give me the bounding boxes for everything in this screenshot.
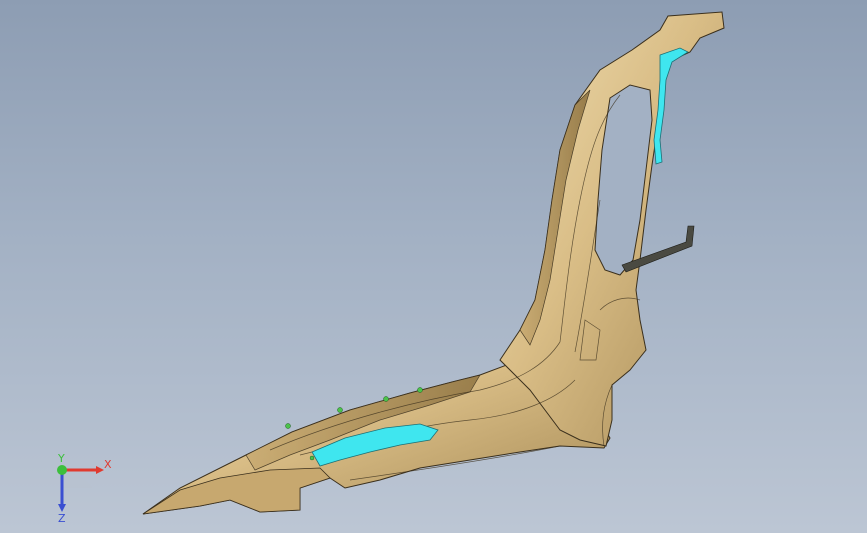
coordinate-triad: X Y Z <box>57 452 112 523</box>
z-axis-arrow-icon <box>58 504 66 512</box>
y-axis-label: Y <box>57 452 65 465</box>
graphics-viewport[interactable]: X Y Z <box>0 0 867 533</box>
x-axis-arrow-icon <box>96 466 104 474</box>
seat-frame-model[interactable] <box>0 0 867 533</box>
z-axis-label: Z <box>58 512 66 523</box>
triad-plane-shade <box>62 473 92 488</box>
x-axis-label: X <box>104 458 112 471</box>
y-axis-dot-icon <box>57 465 67 475</box>
